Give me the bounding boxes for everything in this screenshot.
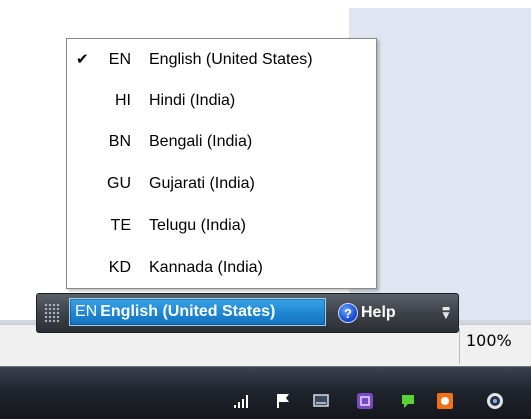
options-arrow-icon[interactable]: ▬ ▼	[440, 300, 452, 326]
drag-grip-icon[interactable]	[44, 303, 60, 323]
language-name: English (United States)	[149, 51, 313, 68]
antivirus-icon[interactable]	[436, 392, 454, 410]
help-button[interactable]: ? Help	[338, 300, 396, 326]
signal-bars-icon[interactable]	[233, 392, 251, 410]
language-name: Telugu (India)	[149, 217, 246, 234]
language-code: EN	[108, 51, 131, 68]
language-code: KD	[108, 259, 131, 276]
language-name: Hindi (India)	[149, 92, 236, 109]
help-label: Help	[361, 304, 396, 321]
current-language-name: English (United States)	[100, 303, 276, 320]
checkmark-icon: ✔	[76, 51, 89, 68]
menu-item-kannada[interactable]: KD Kannada (India)	[67, 248, 376, 288]
language-code: BN	[108, 133, 131, 150]
zoom-level[interactable]: 100%	[466, 331, 512, 350]
media-app-icon[interactable]	[486, 392, 504, 410]
status-separator	[459, 328, 460, 364]
menu-item-telugu[interactable]: TE Telugu (India)	[67, 206, 376, 246]
display-icon[interactable]	[312, 392, 330, 410]
language-code: HI	[115, 92, 131, 109]
menu-item-english[interactable]: ✔ EN English (United States)	[67, 40, 376, 80]
chat-app-icon[interactable]	[399, 392, 417, 410]
input-language-button[interactable]: EN English (United States)	[69, 298, 326, 326]
menu-item-gujarati[interactable]: GU Gujarati (India)	[67, 164, 376, 204]
help-icon: ?	[338, 303, 358, 323]
language-name: Gujarati (India)	[149, 175, 255, 192]
note-app-icon[interactable]	[356, 392, 374, 410]
menu-item-hindi[interactable]: HI Hindi (India)	[67, 81, 376, 121]
language-name: Kannada (India)	[149, 259, 263, 276]
current-language-code: EN	[75, 303, 98, 320]
language-menu: ✔ EN English (United States) HI Hindi (I…	[66, 38, 377, 289]
language-code: GU	[107, 175, 131, 192]
menu-item-bengali[interactable]: BN Bengali (India)	[67, 122, 376, 162]
language-name: Bengali (India)	[149, 133, 253, 150]
action-center-flag-icon[interactable]	[275, 392, 293, 410]
language-code: TE	[110, 217, 131, 234]
